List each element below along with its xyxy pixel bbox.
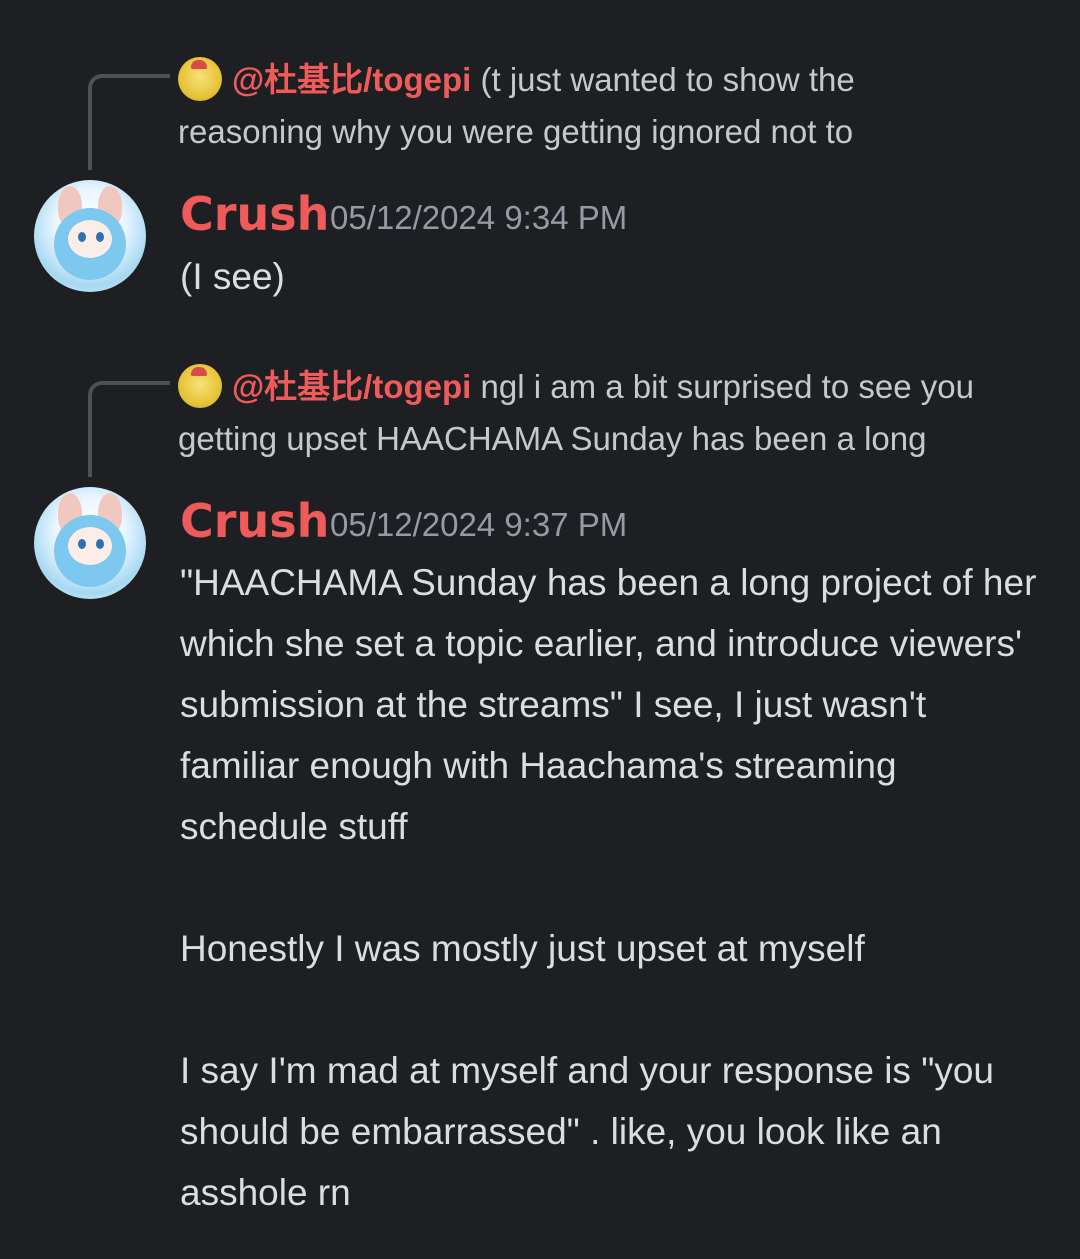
message-timestamp: 05/12/2024 9:34 PM	[330, 199, 628, 236]
reply-preview[interactable]: @杜基比/togepi (t just wanted to show the	[178, 54, 1048, 106]
author-name[interactable]: Crush	[180, 493, 329, 549]
reply-text-line2: getting upset HAACHAMA Sunday has been a…	[178, 420, 927, 457]
paragraph-spacer	[180, 979, 1050, 1040]
author-name[interactable]: Crush	[180, 186, 329, 242]
togepi-avatar-icon[interactable]	[178, 364, 222, 408]
reply-connector	[88, 74, 170, 170]
message-paragraph: (I see)	[180, 256, 285, 297]
message-paragraph: Honestly I was mostly just upset at myse…	[180, 928, 865, 969]
reply-mention[interactable]: @杜基比/togepi	[232, 368, 471, 405]
message-content: "HAACHAMA Sunday has been a long project…	[180, 552, 1050, 1223]
reply-connector	[88, 381, 170, 477]
message-paragraph: "HAACHAMA Sunday has been a long project…	[180, 562, 1047, 847]
reply-text-line1: (t just wanted to show the	[471, 61, 855, 98]
message-content: (I see)	[180, 246, 1050, 307]
crush-avatar-icon[interactable]	[34, 487, 146, 599]
message-paragraph: I say I'm mad at myself and your respons…	[180, 1050, 1005, 1213]
reply-text-line1: ngl i am a bit surprised to see you	[471, 368, 974, 405]
togepi-avatar-icon[interactable]	[178, 57, 222, 101]
reply-mention[interactable]: @杜基比/togepi	[232, 61, 471, 98]
reply-text-line2: reasoning why you were getting ignored n…	[178, 113, 854, 150]
crush-avatar-icon[interactable]	[34, 180, 146, 292]
paragraph-spacer	[180, 857, 1050, 918]
message-timestamp: 05/12/2024 9:37 PM	[330, 506, 628, 543]
reply-preview[interactable]: @杜基比/togepi ngl i am a bit surprised to …	[178, 361, 1048, 413]
